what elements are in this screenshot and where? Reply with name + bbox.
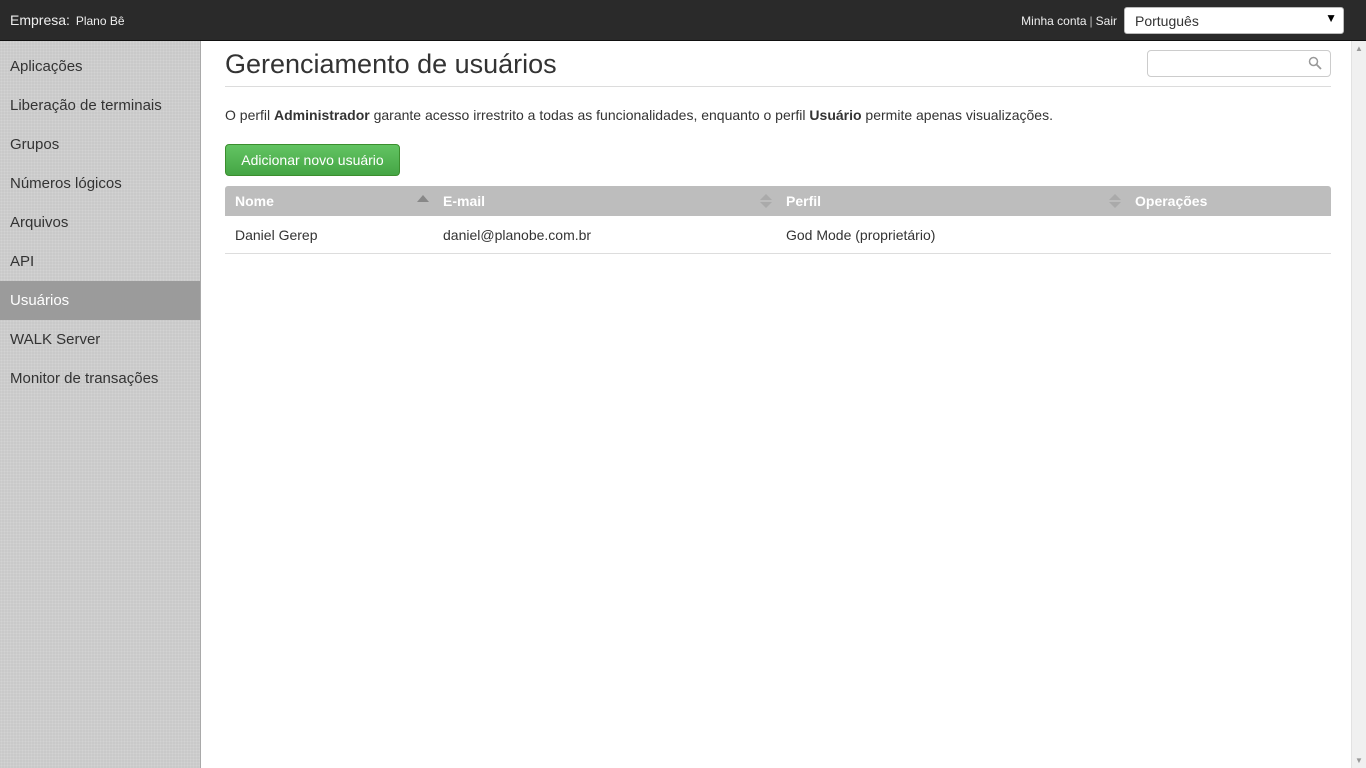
account-links: Minha conta | Sair [1021,14,1117,28]
table-header: Nome E-mail Perfil Operações [225,186,1331,216]
sidebar-item-numeros-logicos[interactable]: Números lógicos [0,164,200,203]
vertical-scrollbar[interactable]: ▲ ▼ [1351,41,1366,768]
sort-icon[interactable] [759,186,773,216]
sidebar-item-monitor-transacoes[interactable]: Monitor de transações [0,359,200,398]
description-text: permite apenas visualizações. [861,107,1053,123]
column-header-operacoes: Operações [1135,193,1208,209]
profile-description: O perfil Administrador garante acesso ir… [225,107,1053,123]
column-header-perfil[interactable]: Perfil [786,186,821,216]
users-table: Nome E-mail Perfil Operações Daniel Gere… [225,186,1331,254]
dropdown-arrow-icon: ▼ [1325,11,1337,25]
sort-ascending-icon[interactable] [416,186,430,216]
column-header-email[interactable]: E-mail [443,186,485,216]
sidebar-item-aplicacoes[interactable]: Aplicações [0,47,200,86]
sidebar-item-api[interactable]: API [0,242,200,281]
page-title: Gerenciamento de usuários [225,49,557,79]
my-account-link[interactable]: Minha conta [1021,14,1086,28]
sidebar-item-walk-server[interactable]: WALK Server [0,320,200,359]
company-info: Empresa: Plano Bê [10,12,125,28]
admin-profile-label: Administrador [274,107,370,123]
sidebar: Aplicações Liberação de terminais Grupos… [0,41,201,768]
sidebar-item-usuarios[interactable]: Usuários [0,281,200,320]
sidebar-item-grupos[interactable]: Grupos [0,125,200,164]
add-user-button[interactable]: Adicionar novo usuário [225,144,400,176]
company-label: Empresa: [10,12,70,28]
title-divider [225,86,1331,87]
scroll-up-icon[interactable]: ▲ [1355,44,1363,53]
cell-email: daniel@planobe.com.br [443,227,592,243]
search-input[interactable] [1147,50,1331,77]
company-name: Plano Bê [75,14,125,28]
description-text: garante acesso irrestrito a todas as fun… [369,107,810,123]
logout-link[interactable]: Sair [1096,14,1117,28]
language-value: Português [1135,13,1199,29]
column-header-nome[interactable]: Nome [235,186,274,216]
user-profile-label: Usuário [809,107,862,123]
scroll-down-icon[interactable]: ▼ [1355,756,1363,765]
table-row: Daniel Gerep daniel@planobe.com.br God M… [225,216,1331,254]
sidebar-item-liberacao-terminais[interactable]: Liberação de terminais [0,86,200,125]
sidebar-item-arquivos[interactable]: Arquivos [0,203,200,242]
top-bar: Empresa: Plano Bê Minha conta | Sair Portu… [0,0,1366,41]
cell-nome: Daniel Gerep [235,227,318,243]
cell-perfil: God Mode (proprietário) [786,227,936,243]
sort-icon[interactable] [1108,186,1122,216]
search-icon[interactable] [1308,56,1322,70]
description-text: O perfil [225,107,275,123]
link-separator: | [1089,14,1093,28]
language-select[interactable]: Português ▼ [1124,7,1344,34]
